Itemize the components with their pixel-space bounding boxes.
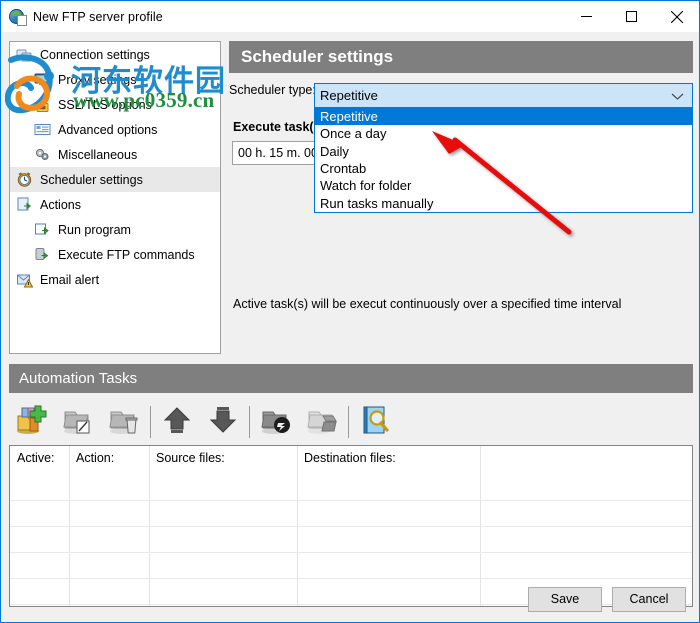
scheduler-type-label: Scheduler type: (229, 83, 316, 97)
row-divider (10, 500, 692, 501)
dialog-footer: Save Cancel (1, 576, 699, 622)
tasks-toolbar (9, 401, 693, 443)
add-task-icon (15, 404, 49, 441)
column-header-source-files[interactable]: Source files: (149, 446, 297, 476)
sidebar-item-miscellaneous[interactable]: Miscellaneous (10, 142, 220, 167)
scheduler-settings-pane: Scheduler settings Scheduler type: Execu… (229, 41, 693, 354)
toolbar-separator-2 (249, 406, 250, 438)
combobox-option-run-tasks-manually[interactable]: Run tasks manually (315, 194, 692, 211)
proxy-icon (34, 71, 51, 88)
actions-icon (16, 196, 33, 213)
scheduler-type-row: Scheduler type: (229, 83, 316, 97)
ftp-globe-icon (9, 8, 27, 26)
sidebar-item-label: SSL/TLS options (58, 97, 152, 112)
chevron-down-icon[interactable] (671, 88, 684, 103)
sidebar-item-connection-settings[interactable]: Connection settings (10, 42, 220, 67)
email-alert-icon (16, 271, 34, 288)
connection-icon (16, 46, 33, 63)
window-title: New FTP server profile (33, 9, 163, 24)
combobox-option-crontab[interactable]: Crontab (315, 160, 692, 177)
move-up-button[interactable] (154, 402, 200, 442)
lock-icon (34, 96, 51, 113)
scheduler-type-combobox[interactable]: Repetitive Repetitive Once a day Daily C… (314, 83, 693, 213)
sidebar-item-label: Scheduler settings (40, 172, 143, 187)
combobox-option-once-a-day[interactable]: Once a day (315, 125, 692, 142)
combobox-option-repetitive[interactable]: Repetitive (315, 108, 692, 126)
toolbar-separator-1 (150, 406, 151, 438)
sidebar-item-label: Execute FTP commands (58, 247, 195, 262)
sidebar-item-proxy-settings[interactable]: Proxy settings (10, 67, 220, 92)
sidebar-item-execute-ftp-commands[interactable]: Execute FTP commands (10, 242, 220, 267)
sidebar-item-label: Advanced options (58, 122, 158, 137)
combobox-option-daily[interactable]: Daily (315, 143, 692, 160)
sidebar-item-email-alert[interactable]: Email alert (10, 267, 220, 292)
sidebar-item-label: Connection settings (40, 47, 150, 62)
combobox-options-list[interactable]: Repetitive Once a day Daily Crontab Watc… (314, 108, 693, 213)
enable-task-button[interactable] (299, 402, 345, 442)
sidebar-item-actions[interactable]: Actions (10, 192, 220, 217)
delete-task-button[interactable] (101, 402, 147, 442)
edit-task-button[interactable] (55, 402, 101, 442)
scheduler-description: Active task(s) will be execut continuous… (233, 297, 622, 311)
move-down-button[interactable] (200, 402, 246, 442)
column-header-extra[interactable] (480, 446, 692, 476)
row-divider (10, 552, 692, 553)
arrow-up-icon (162, 405, 192, 440)
gears-icon (34, 146, 51, 163)
edit-task-icon (61, 404, 95, 441)
sidebar-item-scheduler-settings[interactable]: Scheduler settings (10, 167, 220, 192)
search-icon (359, 404, 391, 441)
dialog-body: Connection settings Proxy settings SSL/T… (1, 32, 699, 622)
page-title: Scheduler settings (229, 41, 693, 73)
maximize-icon[interactable] (609, 1, 654, 32)
close-icon[interactable] (654, 1, 699, 32)
table-header-row: Active: Action: Source files: Destinatio… (10, 446, 692, 476)
disable-task-button[interactable] (253, 402, 299, 442)
clock-icon (16, 171, 33, 188)
sidebar-item-label: Email alert (40, 272, 100, 287)
minimize-icon[interactable] (564, 1, 609, 32)
sidebar-item-advanced-options[interactable]: Advanced options (10, 117, 220, 142)
row-divider (10, 526, 692, 527)
automation-tasks-title: Automation Tasks (9, 364, 693, 393)
title-bar-left: New FTP server profile (1, 8, 163, 26)
window-controls (564, 1, 699, 32)
combobox-display[interactable]: Repetitive (314, 83, 693, 108)
toolbar-separator-3 (348, 406, 349, 438)
sidebar-item-ssl-tls-options[interactable]: SSL/TLS options (10, 92, 220, 117)
column-header-action[interactable]: Action: (69, 446, 149, 476)
column-header-active[interactable]: Active: (10, 446, 69, 476)
column-header-destination-files[interactable]: Destination files: (297, 446, 480, 476)
list-icon (34, 121, 51, 138)
settings-nav-panel: Connection settings Proxy settings SSL/T… (9, 41, 221, 354)
task-enable-icon (305, 404, 339, 441)
cancel-button[interactable]: Cancel (612, 586, 686, 612)
combobox-option-watch-for-folder[interactable]: Watch for folder (315, 177, 692, 194)
save-button[interactable]: Save (528, 586, 602, 612)
ftp-profile-dialog: New FTP server profile Connection settin… (0, 0, 700, 623)
combobox-value: Repetitive (320, 88, 378, 103)
sidebar-item-label: Actions (40, 197, 81, 212)
run-program-icon (34, 221, 51, 238)
arrow-down-icon (208, 405, 238, 440)
ftp-command-icon (34, 246, 51, 263)
preview-task-button[interactable] (352, 402, 398, 442)
add-task-button[interactable] (9, 402, 55, 442)
sidebar-item-label: Run program (58, 222, 131, 237)
sidebar-item-label: Proxy settings (58, 72, 137, 87)
delete-task-icon (107, 404, 141, 441)
title-bar: New FTP server profile (1, 1, 699, 32)
task-disable-icon (259, 404, 293, 441)
sidebar-item-run-program[interactable]: Run program (10, 217, 220, 242)
sidebar-item-label: Miscellaneous (58, 147, 138, 162)
